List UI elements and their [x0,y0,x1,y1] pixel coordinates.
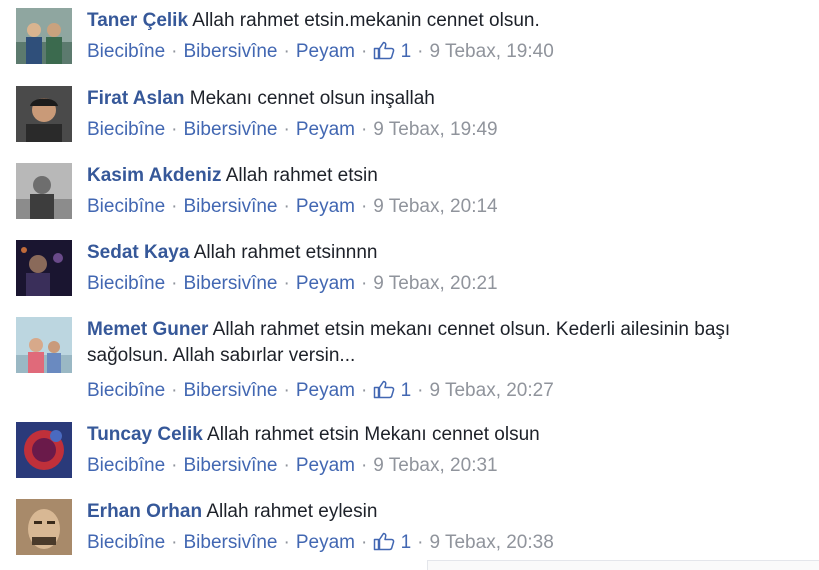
message-link[interactable]: Peyam [296,273,355,294]
avatar[interactable] [16,86,72,142]
comment-author[interactable]: Tuncay Celik [87,424,203,445]
like-link[interactable]: Biecibîne [87,455,165,476]
comment-actions: Biecibîne · Bibersivîne · Peyam · 9 Tebax, 20:… [87,273,498,294]
like-link[interactable]: Biecibîne [87,380,165,401]
comment-text-line: Sedat Kaya Allah rahmet etsinnnn [87,240,816,266]
comment-text-line: Erhan Orhan Allah rahmet eylesin [87,499,816,525]
message-link[interactable]: Peyam [296,119,355,140]
comment-timestamp[interactable]: 9 Tebax, 20:31 [373,455,497,476]
message-link[interactable]: Peyam [296,41,355,62]
avatar[interactable] [16,163,72,219]
comment-timestamp[interactable]: 9 Tebax, 20:21 [373,273,497,294]
comment-actions: Biecibîne · Bibersivîne · Peyam · 1 · 9 Tebax, … [87,380,554,401]
comment-text-line: Firat Aslan Mekanı cennet olsun inşallah [87,86,816,112]
thumbs-up-icon [374,41,395,60]
avatar[interactable] [16,240,72,296]
comment-body: Tuncay Celik Allah rahmet etsin Mekanı c… [87,422,816,479]
comment-text-line: Tuncay Celik Allah rahmet etsin Mekanı c… [87,422,816,448]
avatar[interactable] [16,8,72,64]
reply-link[interactable]: Bibersivîne [184,196,278,217]
reply-link[interactable]: Bibersivîne [184,119,278,140]
comment-author[interactable]: Kasim Akdeniz [87,165,221,186]
message-link[interactable]: Peyam [296,196,355,217]
comment-message: Mekanı cennet olsun inşallah [189,88,435,109]
like-link[interactable]: Biecibîne [87,119,165,140]
like-link[interactable]: Biecibîne [87,273,165,294]
comment-body: Memet Guner Allah rahmet etsin mekanı ce… [87,317,816,404]
comment-message: Allah rahmet etsin.mekanin cennet olsun. [192,10,540,31]
comment-timestamp[interactable]: 9 Tebax, 20:27 [429,380,553,401]
comment-author[interactable]: Taner Çelik [87,10,188,31]
comment-text-line: Memet Guner Allah rahmet etsin mekanı ce… [87,317,816,369]
comment-timestamp[interactable]: 9 Tebax, 20:38 [429,532,553,553]
message-link[interactable]: Peyam [296,455,355,476]
avatar[interactable] [16,499,72,555]
comment-message: Allah rahmet etsinnnn [193,242,378,263]
like-count-value: 1 [400,41,412,62]
comment-text-line: Taner Çelik Allah rahmet etsin.mekanin c… [87,8,816,34]
thumbs-up-icon [374,532,395,551]
comment-author[interactable]: Erhan Orhan [87,501,202,522]
like-count-value: 1 [400,532,412,553]
avatar[interactable] [16,422,72,478]
like-count[interactable]: 1 [373,41,411,62]
comment-body: Firat Aslan Mekanı cennet olsun inşallah… [87,86,816,143]
like-link[interactable]: Biecibîne [87,41,165,62]
avatar[interactable] [16,317,72,373]
comment-timestamp[interactable]: 9 Tebax, 19:49 [373,119,497,140]
thumbs-up-icon [374,380,395,399]
like-link[interactable]: Biecibîne [87,196,165,217]
comment-message: Allah rahmet etsin Mekanı cennet olsun [207,424,540,445]
comment-body: Sedat Kaya Allah rahmet etsinnnn Biecibî… [87,240,816,297]
like-count[interactable]: 1 [373,532,411,553]
like-count[interactable]: 1 [373,380,411,401]
like-count-value: 1 [400,380,412,401]
like-link[interactable]: Biecibîne [87,532,165,553]
comment-actions: Biecibîne · Bibersivîne · Peyam · 9 Tebax, 19:… [87,119,498,140]
comment-author[interactable]: Firat Aslan [87,88,185,109]
reply-link[interactable]: Bibersivîne [184,41,278,62]
comment-actions: Biecibîne · Bibersivîne · Peyam · 1 · 9 Tebax, … [87,41,554,62]
comment-actions: Biecibîne · Bibersivîne · Peyam · 1 · 9 Tebax, … [87,532,554,553]
comment-message: Allah rahmet etsin [225,165,378,186]
reply-link[interactable]: Bibersivîne [184,455,278,476]
comment-author[interactable]: Memet Guner [87,319,208,340]
comment-text-line: Kasim Akdeniz Allah rahmet etsin [87,163,816,189]
comment-body: Kasim Akdeniz Allah rahmet etsin Biecibî… [87,163,816,220]
comment-body: Erhan Orhan Allah rahmet eylesin Biecibî… [87,499,816,556]
comment-timestamp[interactable]: 9 Tebax, 20:14 [373,196,497,217]
comment-actions: Biecibîne · Bibersivîne · Peyam · 9 Tebax, 20:… [87,196,498,217]
comment-message: Allah rahmet eylesin [206,501,378,522]
comment-body: Taner Çelik Allah rahmet etsin.mekanin c… [87,8,816,65]
comment-timestamp[interactable]: 9 Tebax, 19:40 [429,41,553,62]
reply-link[interactable]: Bibersivîne [184,532,278,553]
message-link[interactable]: Peyam [296,380,355,401]
comment-actions: Biecibîne · Bibersivîne · Peyam · 9 Tebax, 20:… [87,455,498,476]
reply-link[interactable]: Bibersivîne [184,380,278,401]
reply-link[interactable]: Bibersivîne [184,273,278,294]
message-link[interactable]: Peyam [296,532,355,553]
comment-author[interactable]: Sedat Kaya [87,242,189,263]
